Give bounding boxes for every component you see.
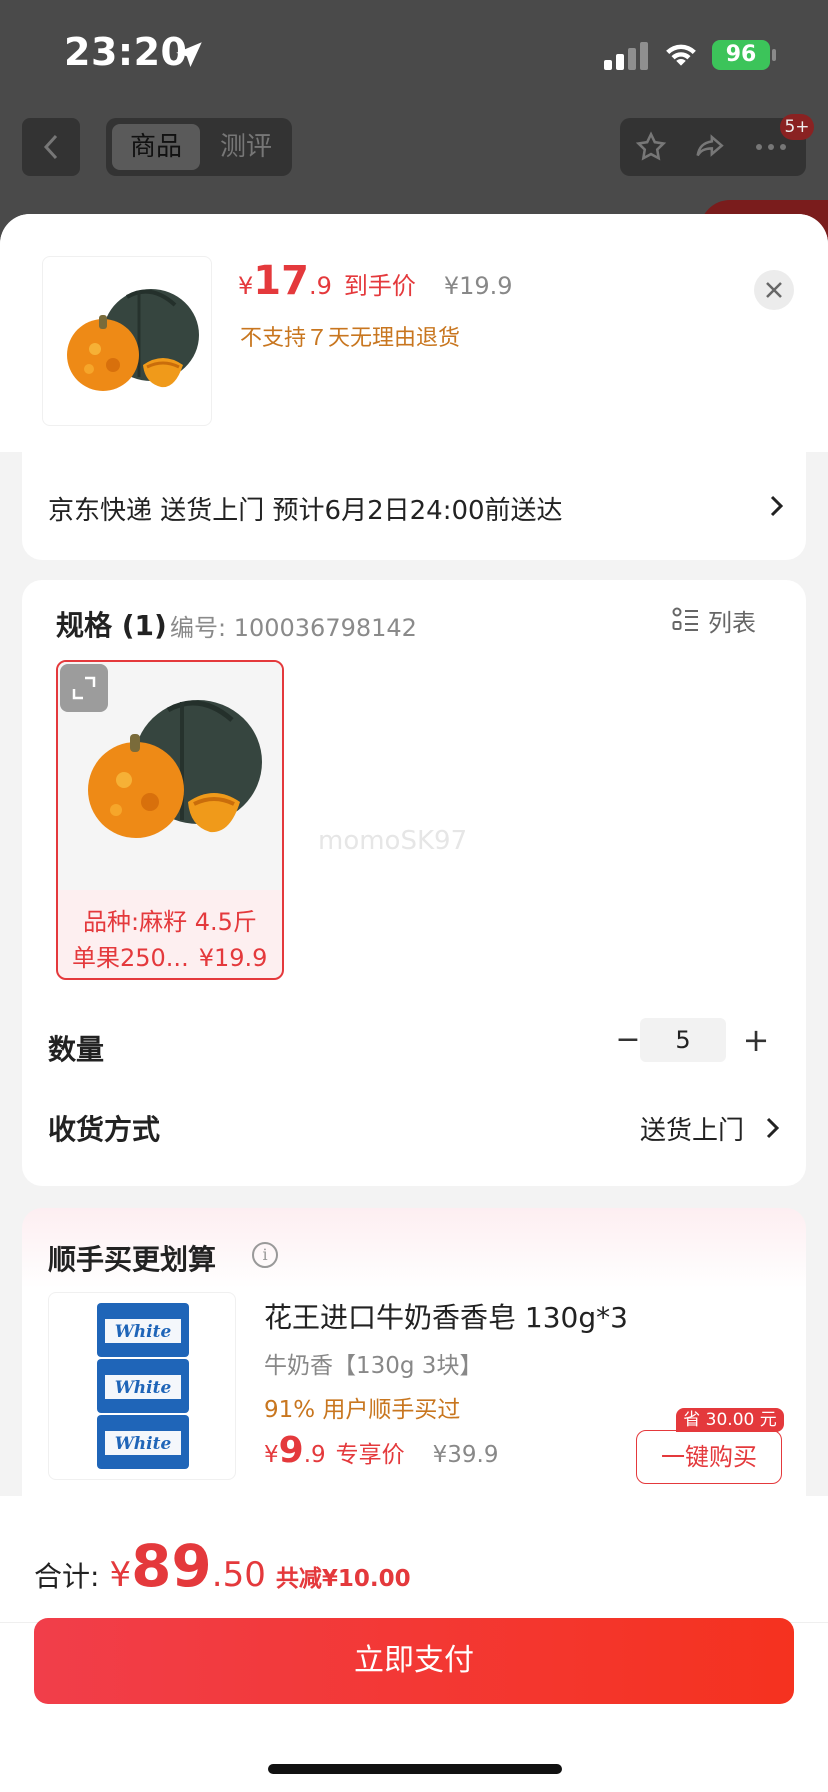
bundle-card: 顺手买更划算 i White White White 花王进口牛奶香香皂 130…: [22, 1208, 806, 1508]
location-arrow-icon: [176, 42, 202, 68]
sku-line-2-text: 单果250...: [72, 944, 189, 972]
bundle-purchase-rate: 91% 用户顺手买过: [264, 1397, 461, 1423]
price-integer: 17: [253, 258, 309, 304]
chevron-right-icon: [770, 495, 784, 517]
quantity-label: 数量: [48, 1033, 105, 1066]
price-currency: ¥: [238, 272, 254, 300]
quantity-input[interactable]: 5: [640, 1018, 726, 1062]
spec-card: 规格 (1) 编号: 100036798142 列表 品种:麻籽 4.5斤 单果…: [22, 580, 806, 1186]
total-discount: 共减¥10.00: [275, 1566, 411, 1592]
receive-method-label: 收货方式: [48, 1113, 161, 1146]
sku-price: ¥19.9: [198, 944, 268, 972]
delivery-row[interactable]: 京东快递 送货上门 预计6月2日24:00前送达: [22, 452, 806, 560]
pay-now-button[interactable]: 立即支付: [34, 1618, 794, 1704]
quantity-increase-button[interactable]: +: [736, 1020, 776, 1060]
soap-product-image[interactable]: White White White: [48, 1292, 236, 1480]
tab-product[interactable]: 商品: [112, 124, 200, 170]
svg-text:White: White: [115, 1378, 172, 1398]
info-icon[interactable]: i: [252, 1242, 278, 1268]
product-thumbnail: [42, 256, 212, 426]
expand-image-button[interactable]: [60, 664, 108, 712]
close-icon: [766, 282, 782, 298]
status-time: 23:20: [64, 30, 188, 74]
wifi-icon: [666, 44, 696, 66]
share-icon[interactable]: [692, 130, 726, 164]
back-button[interactable]: [22, 118, 80, 176]
home-indicator[interactable]: [268, 1764, 562, 1774]
original-price: ¥19.9: [443, 272, 513, 300]
watermark: momoSK97: [318, 826, 468, 856]
status-bar: 23:20 96: [0, 0, 828, 100]
total-label: 合计:: [34, 1560, 100, 1593]
svg-text:White: White: [115, 1434, 172, 1454]
list-view-label: 列表: [708, 608, 756, 637]
chevron-left-icon: [43, 134, 58, 160]
sku-line-1: 品种:麻籽 4.5斤: [83, 908, 257, 936]
bundle-original-price: ¥39.9: [432, 1442, 499, 1468]
sheet-header: ¥ 17 .9 到手价 ¥19.9 不支持７天无理由退货: [0, 214, 828, 452]
spec-code: 编号: 100036798142: [170, 614, 417, 642]
total-row: 合计: ¥ 89 .50 共减¥10.00: [34, 1532, 411, 1600]
more-icon[interactable]: [754, 142, 788, 152]
battery-nub: [772, 49, 776, 61]
star-icon[interactable]: [634, 130, 668, 164]
total-currency: ¥: [109, 1555, 132, 1595]
purchase-sheet: ¥ 17 .9 到手价 ¥19.9 不支持７天无理由退货 京东快递 送货上门 预…: [0, 214, 828, 1792]
list-view-button[interactable]: 列表: [672, 602, 756, 638]
battery-indicator: 96: [712, 40, 770, 70]
list-icon: [672, 607, 698, 631]
sku-option-selected[interactable]: 品种:麻籽 4.5斤 单果250... ¥19.9: [56, 660, 284, 980]
soap-image: White White White: [97, 1303, 189, 1469]
bundle-price-currency: ¥: [264, 1442, 279, 1468]
spec-title: 规格 (1): [56, 609, 167, 642]
one-click-buy-button[interactable]: 一键购买: [636, 1430, 782, 1484]
total-decimal: .50: [211, 1555, 266, 1595]
svg-text:White: White: [115, 1322, 172, 1342]
savings-badge: 省 30.00 元: [676, 1408, 784, 1432]
receive-method-value[interactable]: 送货上门: [640, 1110, 744, 1147]
bundle-product-variant: 牛奶香【130g 3块】: [264, 1353, 483, 1379]
tab-review[interactable]: 测评: [206, 124, 286, 170]
close-button[interactable]: [754, 270, 794, 310]
message-badge: 5+: [780, 114, 814, 140]
top-tab-bar: 商品 测评: [106, 118, 292, 176]
bundle-price-decimal: .9: [303, 1442, 326, 1468]
expand-icon: [72, 676, 96, 700]
total-integer: 89: [131, 1532, 212, 1600]
price-decimal: .9: [308, 272, 332, 300]
bundle-product-name[interactable]: 花王进口牛奶香香皂 130g*3: [264, 1296, 628, 1336]
cellular-signal-icon: [604, 40, 648, 70]
return-policy: 不支持７天无理由退货: [240, 326, 461, 351]
delivery-info: 京东快递 送货上门 预计6月2日24:00前送达: [48, 496, 563, 526]
pumpkin-image: [67, 289, 199, 391]
price-tag: 到手价: [343, 272, 416, 300]
sku-line-2: 单果250... ¥19.9: [72, 938, 267, 973]
price-line: ¥ 17 .9 到手价 ¥19.9: [238, 258, 513, 308]
checkout-footer: 合计: ¥ 89 .50 共减¥10.00 立即支付: [0, 1496, 828, 1792]
top-actions: [620, 118, 806, 176]
bundle-price-integer: 9: [278, 1430, 304, 1471]
bundle-price: ¥ 9 .9 专享价 ¥39.9: [264, 1430, 499, 1471]
chevron-right-icon[interactable]: [760, 1116, 784, 1140]
bundle-price-tag: 专享价: [335, 1442, 405, 1468]
bundle-title: 顺手买更划算: [48, 1243, 217, 1276]
